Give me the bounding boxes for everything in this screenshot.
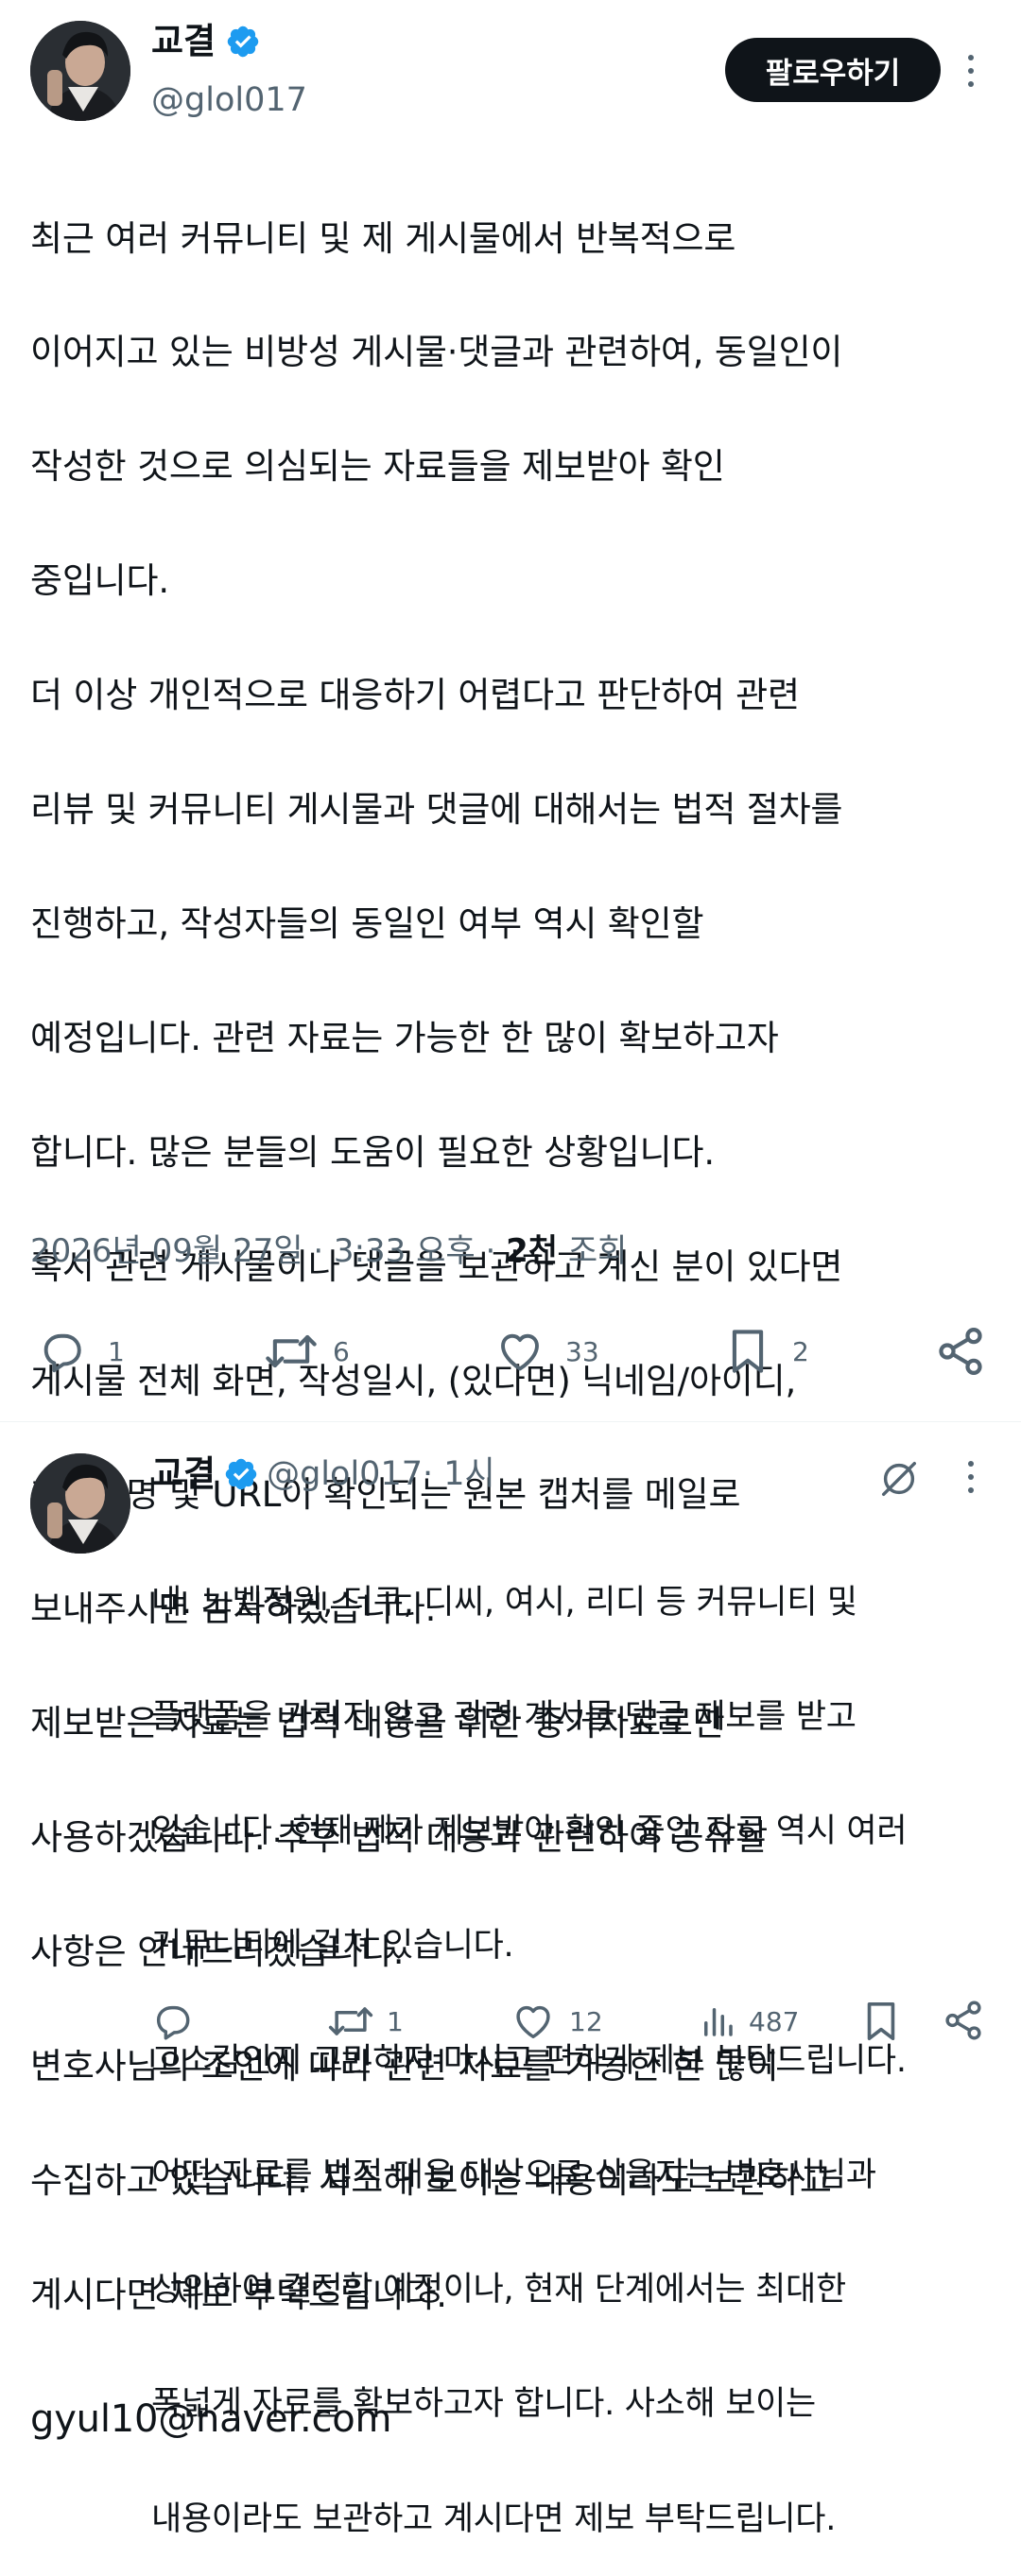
retweet-icon: [328, 2007, 373, 2035]
reply-reply-button[interactable]: [151, 2000, 195, 2043]
reply-time[interactable]: · 1시: [423, 1453, 495, 1495]
reply-line: 네. 노벨정원, 더쿠, 디씨, 여시, 리디 등 커뮤니티 및: [151, 1583, 857, 1622]
reply-line: 고소감인지 고민하지 마시고 편하게 제보 부탁드립니다.: [151, 2041, 907, 2080]
tweet-line: 이어지고 있는 비방성 게시물·댓글과 관련하여, 동일인이: [30, 332, 843, 373]
reply-like-button[interactable]: 12: [510, 2000, 603, 2043]
reply-count: 1: [108, 1335, 125, 1367]
tweet-line: 리뷰 및 커뮤니티 게시물과 댓글에 대해서는 법적 절차를: [30, 789, 843, 831]
reply-header: 교결 @glol017 · 1시: [151, 1453, 495, 1495]
reply-line: 폭넓게 자료를 확보하고자 합니다. 사소해 보이는: [151, 2385, 816, 2424]
author-name[interactable]: 교결: [151, 21, 216, 62]
bookmark-button[interactable]: 2: [726, 1327, 809, 1376]
reply-more-options-icon[interactable]: [966, 1461, 976, 1493]
retweet-button[interactable]: 6: [263, 1327, 350, 1376]
reply-author-handle[interactable]: @glol017: [267, 1453, 423, 1495]
share-button[interactable]: [934, 1325, 987, 1378]
reply-button[interactable]: 1: [38, 1327, 125, 1376]
tweet-line: 합니다. 많은 분들의 도움이 필요한 상황입니다.: [30, 1131, 715, 1173]
heart-icon: [516, 2005, 550, 2039]
grok-icon[interactable]: [877, 1457, 921, 1501]
tweet-line: 중입니다.: [30, 560, 169, 602]
retweet-count: 6: [333, 1335, 350, 1367]
thread-divider: [0, 1421, 1021, 1422]
reply-bookmark-button[interactable]: [862, 2000, 900, 2043]
reply-author-name[interactable]: 교결: [151, 1453, 216, 1495]
reply-retweet-button[interactable]: 1: [326, 2000, 404, 2043]
views-chart-icon: [704, 2008, 733, 2036]
reply-author-avatar[interactable]: [30, 1453, 130, 1554]
share-icon: [939, 1328, 982, 1375]
reply-views-button[interactable]: 487: [698, 2000, 799, 2043]
bookmark-icon: [732, 1330, 764, 1373]
follow-button[interactable]: 팔로우하기: [725, 38, 941, 102]
tweet-line: 최근 여러 커뮤니티 및 제 게시물에서 반복적으로: [30, 217, 736, 259]
bookmark-count: 2: [792, 1335, 809, 1367]
reply-line: 상의하여 결정할 예정이나, 현재 단계에서는 최대한: [151, 2271, 846, 2310]
tweet-line: 더 이상 개인적으로 대응하기 어렵다고 판단하여 관련: [30, 675, 800, 716]
reply-like-count: 12: [569, 2005, 603, 2037]
tweet-line: 작성한 것으로 의심되는 자료들을 제보받아 확인: [30, 446, 725, 488]
reply-line: 커뮤니티에 걸쳐 있습니다.: [151, 1927, 514, 1966]
like-button[interactable]: 33: [493, 1327, 599, 1376]
verified-badge-icon: [225, 1458, 257, 1490]
heart-icon: [501, 1333, 539, 1371]
author-handle[interactable]: @glol017: [151, 79, 307, 121]
reply-retweet-count: 1: [387, 2005, 404, 2037]
tweet-line: 게시물 전체 화면, 작성일시, (있다면) 닉네임/아이디,: [30, 1360, 797, 1401]
reply-line: 어떤 자료를 법적 대응 대상으로 삼을지는 변호사님과: [151, 2155, 876, 2194]
reply-share-button[interactable]: [942, 1998, 985, 2043]
tweet-line: 진행하고, 작성자들의 동일인 여부 역시 확인할: [30, 902, 704, 944]
author-name-row: 교결: [151, 21, 261, 62]
bookmark-icon: [867, 2001, 895, 2041]
verified-badge-icon: [227, 26, 259, 58]
author-avatar[interactable]: [30, 21, 130, 121]
tweet-line: 예정입니다. 관련 자료는 가능한 한 많이 확보하고자: [30, 1017, 779, 1058]
reply-icon: [156, 2005, 190, 2040]
reply-views-count: 487: [749, 2005, 800, 2037]
views-label: 조회: [558, 1232, 628, 1270]
views-count: 2천: [506, 1232, 559, 1270]
more-options-icon[interactable]: [966, 55, 976, 87]
tweet-timestamp[interactable]: 2026년 09월 27일 · 3:33 오후 ·: [30, 1232, 506, 1270]
reply-line: 내용이라도 보관하고 계시다면 제보 부탁드립니다.: [151, 2499, 837, 2538]
tweet-meta: 2026년 09월 27일 · 3:33 오후 · 2천 조회: [30, 1230, 627, 1272]
share-icon: [945, 2001, 981, 2040]
reply-line: 플랫폼을 가리지 않고 관련 게시물·댓글 제보를 받고: [151, 1698, 857, 1737]
retweet-icon: [266, 1334, 317, 1368]
reply-line: 있습니다. 현재 제가 제보받아 확인 중인 자료 역시 여러: [151, 1812, 908, 1851]
like-count: 33: [565, 1335, 599, 1367]
reply-icon: [43, 1333, 81, 1373]
